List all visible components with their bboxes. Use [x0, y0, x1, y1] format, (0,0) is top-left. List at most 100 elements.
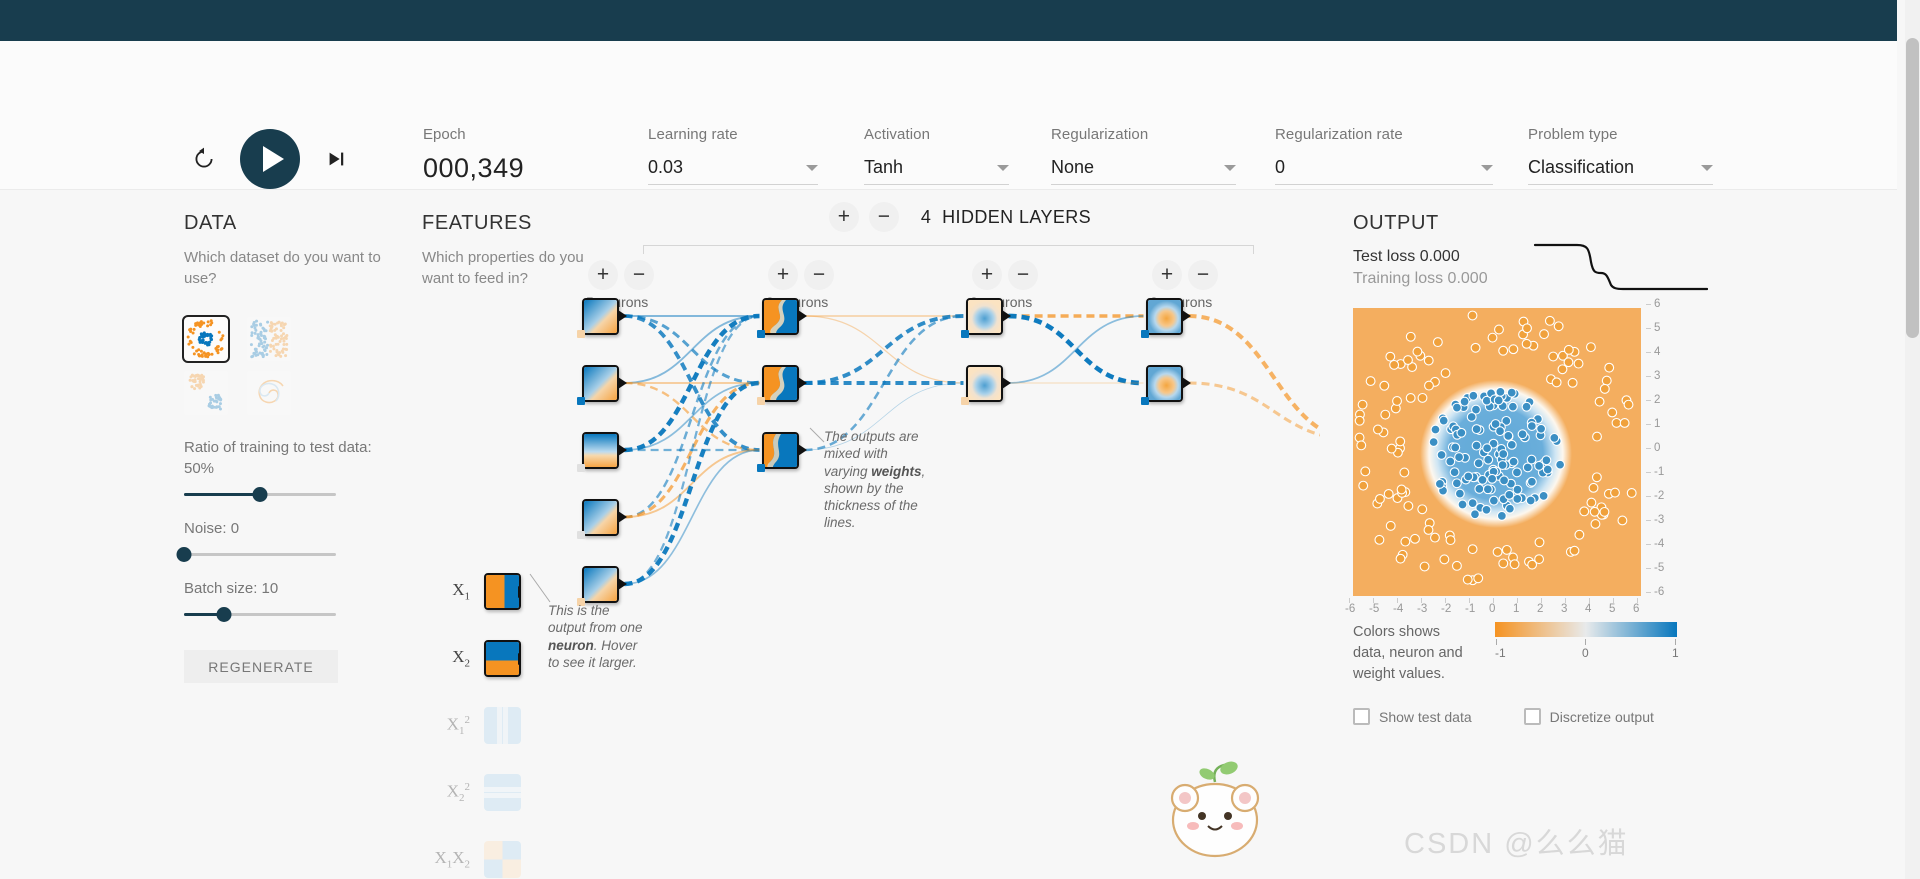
neuron-L3-N1[interactable] [965, 297, 1003, 335]
data-point [1365, 376, 1376, 387]
regenerate-button[interactable]: REGENERATE [184, 650, 338, 684]
data-point [1557, 364, 1568, 375]
regularization-rate-select[interactable]: 0 [1275, 157, 1493, 185]
learning-rate-select[interactable]: 0.03 [648, 157, 818, 185]
weight-link[interactable] [624, 382, 760, 451]
dataset-xor[interactable] [184, 371, 228, 416]
chevron-down-icon [806, 164, 818, 171]
data-point [1497, 460, 1508, 471]
page-scrollbar[interactable] [1905, 0, 1920, 879]
problem-type-select[interactable]: Classification [1528, 157, 1713, 185]
weight-link[interactable] [1188, 381, 1321, 440]
x-axis-tick-mark [1469, 598, 1470, 603]
feature-box-x1[interactable] [484, 573, 521, 610]
feature-box-x1x2[interactable] [484, 841, 521, 878]
feature-output-arrow-icon [518, 652, 519, 665]
data-point [1534, 537, 1545, 548]
watermark-text: CSDN @么么猫 [1404, 828, 1629, 860]
checkbox-box-icon [1353, 708, 1370, 725]
features-subtitle: Which properties do you want to feed in? [422, 249, 584, 287]
feature-box-x2[interactable] [484, 640, 521, 677]
dataset-circle[interactable] [182, 315, 230, 364]
neuron-L1-N5[interactable] [581, 565, 619, 603]
neuron-bias-indicator[interactable] [960, 329, 969, 338]
data-point [1541, 455, 1552, 466]
data-point [1493, 395, 1504, 406]
neuron-bias-indicator[interactable] [756, 396, 765, 405]
data-point [1436, 449, 1447, 460]
neuron-bias-indicator[interactable] [576, 463, 585, 472]
neuron-L3-N2[interactable] [965, 364, 1003, 402]
data-point [1451, 560, 1462, 571]
noise-slider[interactable] [176, 547, 336, 563]
y-axis-tick-mark [1646, 568, 1651, 569]
neuron-bias-indicator[interactable] [576, 396, 585, 405]
neuron-L2-N1[interactable] [761, 297, 799, 335]
data-panel: DATA Which dataset do you want to use? R… [176, 212, 384, 684]
noise-value: 0 [230, 520, 240, 538]
activation-select[interactable]: Tanh [864, 157, 1009, 185]
scroll-down-arrow-icon[interactable] [1905, 862, 1920, 879]
scrollbar-thumb[interactable] [1906, 38, 1919, 338]
x-axis-tick-mark [1445, 598, 1446, 603]
data-point [1392, 396, 1402, 406]
data-point [1424, 380, 1434, 391]
feature-output-arrow-icon [518, 585, 519, 598]
neuron-output-arrow-icon [1181, 310, 1191, 322]
reset-icon[interactable] [190, 145, 218, 173]
neuron-activation-thumbnail [967, 366, 1001, 400]
output-heatmap[interactable] [1353, 308, 1641, 596]
feature-list: X1X2X12X22X1X2sin(X1)sin(X2) [422, 558, 521, 879]
data-point [1599, 383, 1610, 394]
ratio-slider-knob[interactable] [252, 487, 268, 503]
regularization-select[interactable]: None [1051, 157, 1236, 185]
ratio-label-text: Ratio of training to test data: [184, 439, 372, 457]
neuron-bias-indicator[interactable] [1140, 396, 1149, 405]
checkbox-discretize-output[interactable]: Discretize output [1523, 708, 1654, 725]
noise-slider-knob[interactable] [176, 547, 192, 563]
batch-slider[interactable] [184, 607, 336, 623]
y-axis-tick-mark [1646, 376, 1651, 377]
neuron-L1-N1[interactable] [581, 297, 619, 335]
data-point [1470, 342, 1481, 353]
play-button[interactable] [240, 129, 300, 189]
feature-box-x2sq[interactable] [484, 774, 521, 811]
weight-link[interactable] [804, 315, 964, 384]
neuron-output-arrow-icon [797, 444, 807, 456]
neuron-activation-thumbnail [583, 366, 617, 400]
neuron-L2-N2[interactable] [761, 364, 799, 402]
neuron-output-arrow-icon [1001, 377, 1011, 389]
scroll-up-arrow-icon[interactable] [1905, 0, 1920, 17]
data-point [1526, 476, 1537, 487]
step-forward-icon[interactable] [322, 145, 350, 173]
neuron-bias-indicator[interactable] [1140, 329, 1149, 338]
neuron-L1-N4[interactable] [581, 498, 619, 536]
checkbox-show-test-data[interactable]: Show test data [1353, 708, 1472, 725]
neuron-bias-indicator[interactable] [576, 329, 585, 338]
neuron-L1-N2[interactable] [581, 364, 619, 402]
neuron-activation-thumbnail [967, 299, 1001, 333]
data-point [1477, 474, 1488, 485]
neuron-bias-indicator[interactable] [756, 463, 765, 472]
batch-slider-knob[interactable] [216, 607, 232, 623]
legend-gradient-bar [1495, 622, 1677, 637]
data-point [1358, 480, 1369, 491]
x-axis-tick-mark [1421, 598, 1422, 603]
dataset-spiral[interactable] [247, 371, 291, 416]
weight-link[interactable] [1188, 313, 1321, 440]
dataset-gauss[interactable] [247, 317, 291, 362]
neuron-bias-indicator[interactable] [576, 530, 585, 539]
neuron-L1-N3[interactable] [581, 431, 619, 469]
ratio-slider[interactable] [184, 487, 336, 503]
neuron-bias-indicator[interactable] [756, 329, 765, 338]
weight-link[interactable] [624, 449, 760, 518]
weight-link[interactable] [624, 449, 760, 585]
regularization-rate-control: Regularization rate 0 [1275, 126, 1493, 185]
neuron-L4-N2[interactable] [1145, 364, 1183, 402]
feature-box-x1sq[interactable] [484, 707, 521, 744]
neuron-L4-N1[interactable] [1145, 297, 1183, 335]
y-axis-tick: -1 [1654, 466, 1665, 478]
neuron-bias-indicator[interactable] [960, 396, 969, 405]
weight-link[interactable] [1008, 315, 1144, 384]
neuron-L2-N3[interactable] [761, 431, 799, 469]
